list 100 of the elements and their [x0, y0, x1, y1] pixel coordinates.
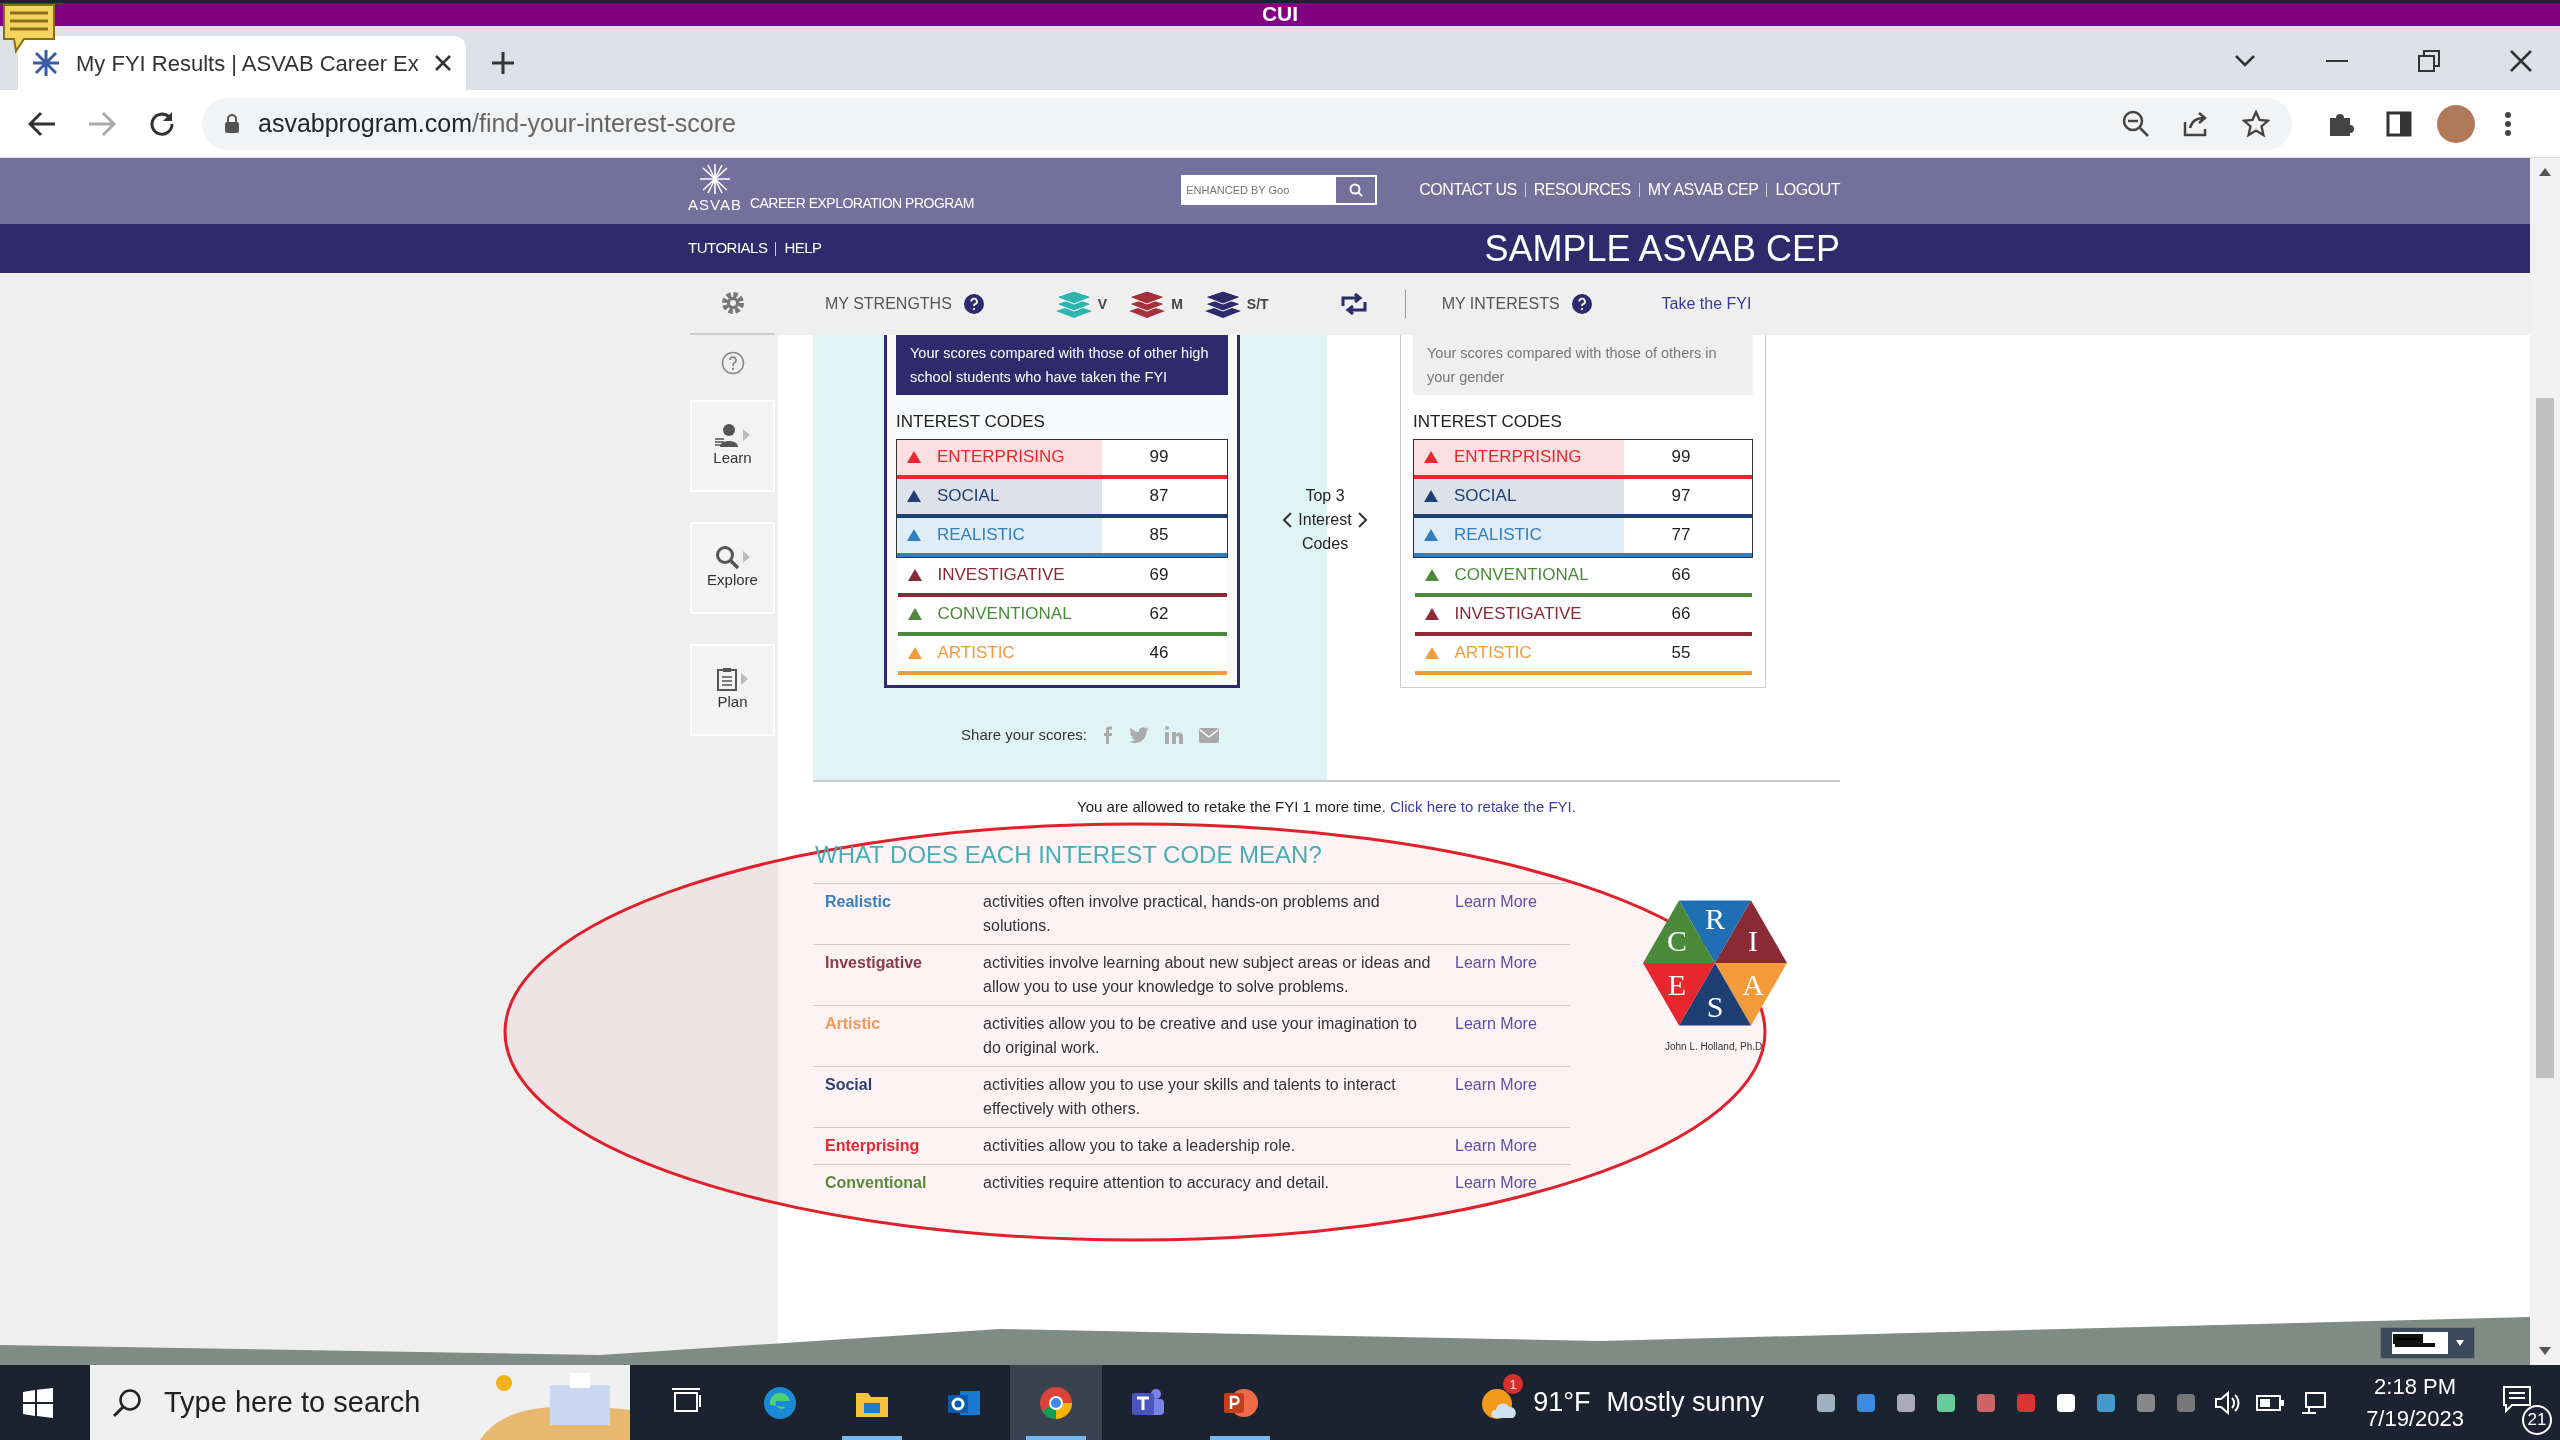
books-icon[interactable] [1202, 289, 1243, 319]
code-description: activities allow you to use your skills and talents to interact effectively with others. [982, 1074, 1397, 1119]
sidebar-item[interactable]: Learn [690, 400, 775, 492]
weather-temperature: 91°F [1533, 1386, 1591, 1420]
interest-code-name: INVESTIGATIVE [937, 564, 1065, 587]
interest-code-name: ENTERPRISING [1454, 446, 1582, 469]
learn-more-link[interactable]: Learn More [1455, 1133, 1537, 1158]
star-icon[interactable] [2242, 109, 2270, 138]
chevron-down-icon[interactable] [2234, 54, 2256, 68]
url-text: asvabprogram.com/find-your-interest-score [258, 107, 736, 139]
asterisk-star-icon [32, 49, 60, 77]
score-value: 77 [1670, 524, 1692, 547]
notification-badge: 1 [1503, 1374, 1524, 1395]
interest-code-name: ARTISTIC [1454, 642, 1532, 665]
card-caption: Your scores compared with those of others in your gender [1413, 335, 1753, 395]
nav-link[interactable]: HELP [784, 237, 822, 260]
hexagon-logo-drawing: R C I E A S [1640, 892, 1790, 1033]
help-icon[interactable] [963, 294, 984, 314]
strength-label: M [1171, 294, 1183, 314]
network-monitor-icon[interactable] [2300, 1390, 2327, 1415]
caret-right-icon [743, 428, 750, 441]
clock-date: 7/19/2023 [2366, 1404, 2464, 1433]
caret-right-icon [743, 550, 750, 563]
scroll-down-icon[interactable] [2539, 1347, 2551, 1355]
browser-tab[interactable]: My FYI Results | ASVAB Career Ex [18, 36, 466, 90]
search-button[interactable] [1335, 174, 1378, 205]
interest-code-name: REALISTIC [937, 524, 1025, 547]
interest-code-name: SOCIAL [937, 485, 1000, 508]
close-icon[interactable] [434, 54, 452, 72]
section-heading: WHAT DOES EACH INTEREST CODE MEAN? [815, 839, 1323, 870]
new-tab-icon[interactable] [490, 50, 516, 76]
close-icon[interactable] [2510, 50, 2532, 72]
interest-code-name: Enterprising [825, 1135, 921, 1156]
lock-icon [224, 113, 240, 134]
books-icon[interactable] [1127, 289, 1168, 319]
top-three-label: Top 3 Interest Codes [1297, 486, 1353, 554]
search-bar[interactable]: Type here to search [90, 1365, 630, 1440]
side-panel-icon[interactable] [2386, 110, 2412, 137]
retake-link[interactable]: Click here to retake the FYI. [1390, 798, 1576, 815]
strength-label: S/T [1246, 294, 1269, 314]
notification-count: 21 [2522, 1404, 2552, 1435]
chevron-left-icon[interactable] [1282, 512, 1292, 528]
interest-code-name: Investigative [825, 952, 923, 973]
zoom-out-icon[interactable] [2122, 109, 2150, 138]
learn-more-link[interactable]: Learn More [1455, 1072, 1537, 1121]
score-value: 66 [1670, 603, 1692, 626]
back-arrow-icon[interactable] [28, 110, 56, 137]
minimize-icon[interactable] [2326, 59, 2348, 63]
person-icon [715, 422, 739, 447]
search-icon [715, 544, 739, 569]
nav-link[interactable]: RESOURCES [1533, 177, 1631, 202]
score-value: 87 [1148, 485, 1170, 508]
search-field[interactable]: Type here to search [162, 1382, 462, 1423]
interest-code-name: ARTISTIC [937, 642, 1015, 665]
interest-code-name: REALISTIC [1454, 524, 1542, 547]
interest-code-name: Artistic [825, 1013, 882, 1034]
interest-code-name: Realistic [825, 891, 892, 912]
menu-icon[interactable] [2504, 111, 2512, 136]
section-heading: INTEREST CODES [896, 411, 1046, 433]
nav-link[interactable]: CONTACT US [1419, 177, 1517, 202]
language-widget[interactable] [2380, 1327, 2475, 1359]
code-description: activities allow you to take a leadership role. [982, 1135, 1297, 1156]
share-label: Share your scores: [961, 725, 1087, 745]
windows-logo-icon [22, 1387, 53, 1418]
forward-arrow-icon [88, 110, 116, 137]
nav-link[interactable]: LOGOUT [1775, 177, 1840, 202]
battery-icon[interactable] [2256, 1394, 2285, 1411]
section-heading: INTEREST CODES [1413, 411, 1563, 433]
sidebar-item[interactable]: Plan [690, 644, 775, 736]
sidebar-item[interactable]: Explore [690, 522, 775, 614]
speaker-icon[interactable] [2214, 1390, 2241, 1415]
scrollbar-thumb[interactable] [2536, 398, 2554, 1078]
search-field[interactable]: ENHANCED BY Goo [1181, 174, 1336, 205]
scroll-up-icon[interactable] [2539, 168, 2551, 176]
score-value: 97 [1670, 485, 1692, 508]
chevron-right-icon[interactable] [1358, 512, 1368, 528]
clipboard-icon [717, 666, 737, 691]
weather-condition: Mostly sunny [1606, 1386, 1765, 1420]
nav-link[interactable]: MY ASVAB CEP [1647, 177, 1759, 202]
score-value: 55 [1670, 642, 1692, 665]
help-icon[interactable] [1571, 294, 1592, 314]
learn-more-link[interactable]: Learn More [1455, 1011, 1537, 1060]
classification-label: CUI [1261, 3, 1299, 26]
caret-right-icon [741, 672, 748, 685]
avatar-circle-icon[interactable] [2436, 103, 2476, 144]
restore-icon[interactable] [2418, 50, 2440, 72]
edge-app-icon [762, 1384, 798, 1421]
section-label: MY STRENGTHS [825, 294, 952, 314]
address-bar[interactable]: asvabprogram.com/find-your-interest-score [202, 97, 2292, 150]
learn-more-link[interactable]: Learn More [1455, 889, 1537, 938]
nav-link[interactable]: TUTORIALS [688, 237, 768, 260]
chrome-app-icon [1038, 1384, 1074, 1421]
card-caption: Your scores compared with those of other high school students who have taken the FYI [896, 335, 1228, 395]
retake-notice: You are allowed to retake the FYI 1 more time. [1077, 798, 1387, 815]
learn-more-link[interactable]: Learn More [1455, 1170, 1537, 1195]
code-description: activities allow you to be creative and use your imagination to do original work. [982, 1013, 1418, 1058]
learn-more-link[interactable]: Learn More [1455, 950, 1537, 999]
interest-code-name: CONVENTIONAL [1454, 564, 1589, 587]
take-fyi-link[interactable]: Take the FYI [1661, 292, 1752, 316]
score-value: 62 [1148, 603, 1170, 626]
